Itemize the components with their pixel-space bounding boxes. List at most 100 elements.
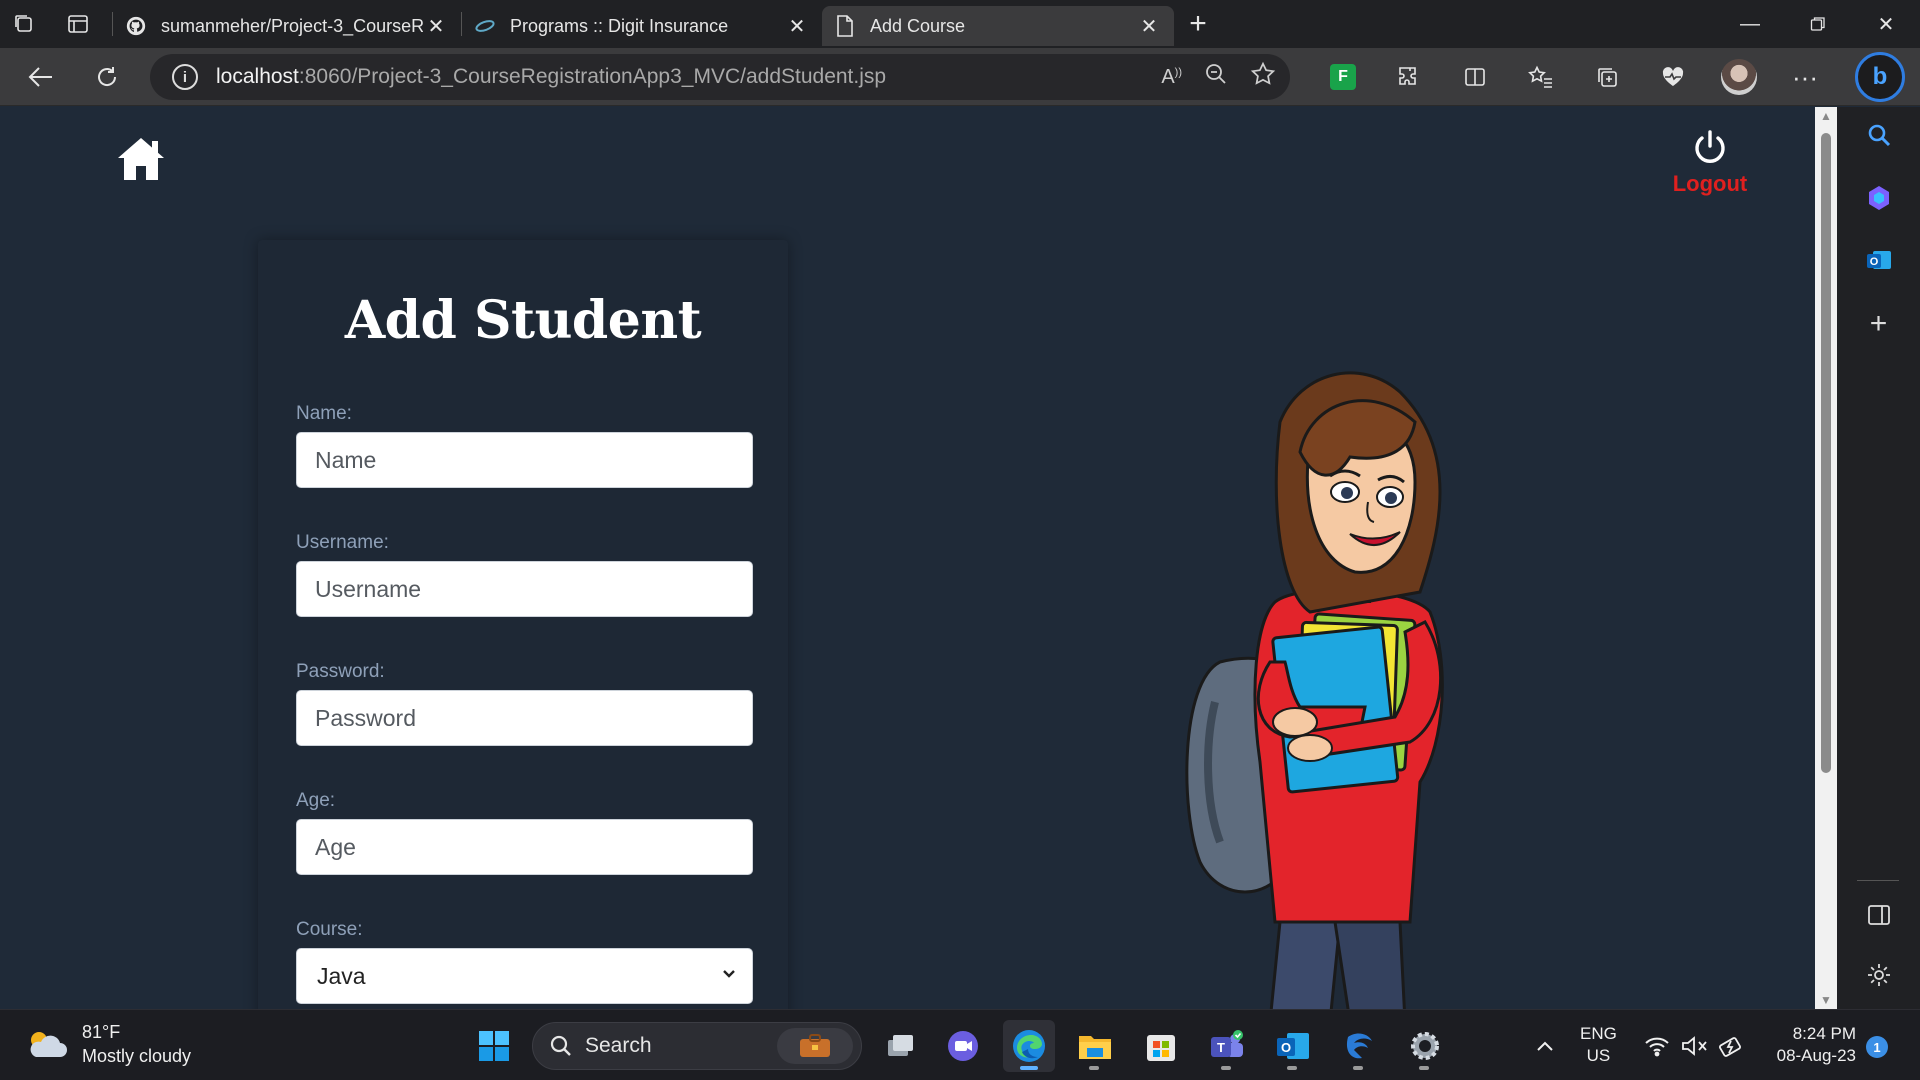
course-label: Course:	[296, 919, 363, 940]
extension-f-icon[interactable]: F	[1310, 48, 1376, 106]
scroll-thumb[interactable]	[1821, 133, 1831, 773]
close-tab-icon[interactable]: ✕	[423, 14, 449, 39]
read-aloud-icon[interactable]: A))	[1161, 66, 1182, 89]
address-bar-actions: A))	[1161, 54, 1276, 100]
taskbar-search[interactable]: Search	[532, 1022, 862, 1070]
search-icon	[550, 1035, 571, 1056]
zoom-out-icon[interactable]	[1204, 62, 1228, 92]
windows-taskbar: 81°F Mostly cloudy Search T O ENG US 8:2…	[0, 1009, 1920, 1080]
wifi-icon	[1645, 1037, 1669, 1056]
volume-muted-icon	[1682, 1035, 1707, 1056]
running-indicator	[1419, 1066, 1429, 1070]
close-tab-icon[interactable]: ✕	[784, 14, 810, 39]
show-hidden-icons-chevron-up-icon[interactable]	[1519, 1020, 1571, 1072]
clock[interactable]: 8:24 PM 08-Aug-23	[1760, 1023, 1856, 1067]
site-info-icon[interactable]: i	[172, 64, 198, 90]
sidebar-outlook-icon[interactable]: O	[1837, 235, 1920, 285]
profile-avatar[interactable]	[1706, 48, 1772, 106]
browser-essentials-icon[interactable]	[1640, 48, 1706, 106]
scroll-up-arrow-icon[interactable]: ▲	[1815, 107, 1837, 125]
teams-chat-icon[interactable]	[937, 1020, 989, 1072]
weather-temperature: 81°F	[82, 1022, 121, 1042]
split-screen-icon[interactable]	[1442, 48, 1508, 106]
favorites-icon[interactable]	[1508, 48, 1574, 106]
collections-icon[interactable]	[1574, 48, 1640, 106]
avatar	[1721, 59, 1757, 95]
chevron-down-icon	[723, 970, 735, 978]
minimize-icon[interactable]: —	[1716, 0, 1784, 48]
running-indicator	[1221, 1066, 1231, 1070]
sidebar-copilot-icon[interactable]	[1837, 173, 1920, 223]
logout-button[interactable]: Logout	[1660, 129, 1760, 197]
course-selected-value: Java	[317, 962, 366, 989]
file-explorer-icon[interactable]	[1069, 1020, 1121, 1072]
weather-widget[interactable]: 81°F Mostly cloudy	[24, 1020, 191, 1068]
language-indicator[interactable]: ENG US	[1580, 1023, 1617, 1067]
age-label: Age:	[296, 790, 336, 811]
browser-toolbar: i localhost:8060/Project-3_CourseRegistr…	[0, 48, 1920, 106]
restore-icon[interactable]	[1784, 0, 1852, 48]
outlook-taskbar-icon[interactable]: O	[1267, 1020, 1319, 1072]
refresh-icon[interactable]	[78, 48, 136, 106]
tab-actions-icon[interactable]	[54, 0, 102, 48]
sidebar-add-icon[interactable]: +	[1837, 299, 1920, 349]
tab-digit-insurance[interactable]: Programs :: Digit Insurance ✕	[462, 6, 822, 46]
tab-github[interactable]: sumanmeher/Project-3_CourseRe ✕	[113, 6, 461, 46]
svg-text:O: O	[1869, 256, 1878, 268]
tab-add-course[interactable]: Add Course ✕	[822, 6, 1174, 46]
edge-taskbar-icon[interactable]	[1003, 1020, 1055, 1072]
teams-icon[interactable]: T	[1201, 1020, 1253, 1072]
start-button[interactable]	[468, 1020, 520, 1072]
close-tab-icon[interactable]: ✕	[1136, 14, 1162, 39]
region-code: US	[1586, 1046, 1611, 1065]
extensions-puzzle-icon[interactable]	[1376, 48, 1442, 106]
bing-copilot-icon[interactable]: b	[1855, 52, 1905, 102]
student-illustration	[1185, 371, 1444, 1009]
address-bar[interactable]: i localhost:8060/Project-3_CourseRegistr…	[150, 54, 1290, 100]
sidebar-hide-icon[interactable]	[1837, 890, 1920, 940]
edge-sidebar: O +	[1837, 107, 1920, 1009]
github-icon	[125, 15, 147, 37]
task-view-button[interactable]	[874, 1020, 926, 1072]
sidebar-search-icon[interactable]	[1837, 110, 1920, 160]
new-tab-button[interactable]: +	[1174, 0, 1222, 48]
sidebar-divider	[1857, 880, 1899, 881]
active-indicator	[1020, 1066, 1038, 1070]
microsoft-store-icon[interactable]	[1135, 1020, 1187, 1072]
page-icon	[834, 15, 856, 37]
search-label: Search	[585, 1034, 652, 1057]
password-label: Password:	[296, 661, 385, 682]
close-window-icon[interactable]: ✕	[1852, 0, 1920, 48]
system-tray[interactable]	[1644, 1010, 1746, 1080]
home-icon[interactable]	[116, 135, 166, 183]
settings-gear-icon[interactable]	[1399, 1020, 1451, 1072]
username-input[interactable]	[296, 561, 753, 617]
page-scrollbar[interactable]: ▲ ▼	[1815, 107, 1837, 1009]
page-title: Add Student	[344, 290, 702, 351]
favorite-star-icon[interactable]	[1250, 61, 1276, 93]
scroll-down-arrow-icon[interactable]: ▼	[1815, 991, 1837, 1009]
tab-title: Add Course	[870, 15, 966, 36]
password-input[interactable]	[296, 690, 753, 746]
back-icon[interactable]	[12, 48, 70, 106]
cloud-icon	[30, 1032, 67, 1057]
age-input[interactable]	[296, 819, 753, 875]
clock-date: 08-Aug-23	[1776, 1046, 1856, 1065]
svg-text:T: T	[1217, 1040, 1225, 1055]
running-indicator	[1089, 1066, 1099, 1070]
name-label: Name:	[296, 403, 352, 424]
more-options-icon[interactable]: ···	[1772, 48, 1838, 106]
logout-label: Logout	[1672, 171, 1748, 196]
url-path: :8060/Project-3_CourseRegistrationApp3_M…	[298, 65, 887, 88]
weather-text: 81°F Mostly cloudy	[82, 1020, 191, 1068]
sidebar-settings-icon[interactable]	[1837, 950, 1920, 1000]
course-select[interactable]: Java	[296, 948, 753, 1004]
notification-badge[interactable]: 1	[1866, 1036, 1888, 1058]
name-input[interactable]	[296, 432, 753, 488]
workspaces-icon[interactable]	[0, 0, 48, 48]
tab-title: sumanmeher/Project-3_CourseRe	[161, 15, 423, 36]
battery-charging-icon	[1719, 1036, 1741, 1057]
tab-title: Programs :: Digit Insurance	[510, 15, 729, 36]
eclipse-ide-icon[interactable]	[1333, 1020, 1385, 1072]
green-extension-icon: F	[1330, 64, 1356, 90]
